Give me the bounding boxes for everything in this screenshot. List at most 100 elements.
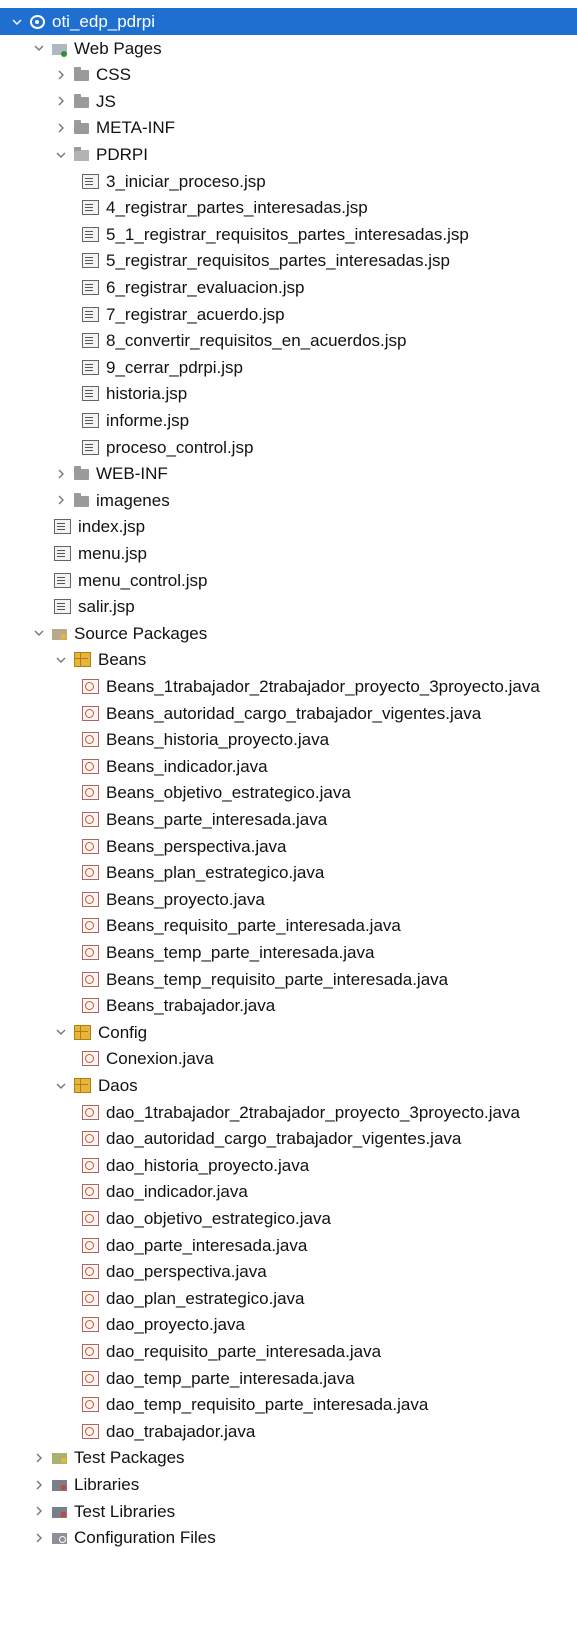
tree-node-folder[interactable]: META-INF xyxy=(0,114,577,141)
tree-node-label: Beans_parte_interesada.java xyxy=(106,810,328,829)
chevron-down-icon[interactable] xyxy=(54,1079,68,1093)
jsp-file-icon xyxy=(82,413,99,428)
jsp-file-icon xyxy=(54,546,71,561)
tree-node-project[interactable]: oti_edp_pdrpi xyxy=(0,8,577,35)
tree-node-package-config[interactable]: Config xyxy=(0,1019,577,1046)
tree-node-label: proceso_control.jsp xyxy=(106,437,254,457)
folder-icon xyxy=(74,120,89,135)
tree-node-java-file[interactable]: Beans_1trabajador_2trabajador_proyecto_3… xyxy=(0,673,577,700)
chevron-down-icon[interactable] xyxy=(54,148,68,162)
web-pages-folder-icon xyxy=(52,43,67,57)
tree-node-java-file[interactable]: Beans_parte_interesada.java xyxy=(0,806,577,833)
tree-node-java-file[interactable]: dao_indicador.java xyxy=(0,1178,577,1205)
chevron-right-icon[interactable] xyxy=(54,121,68,135)
tree-node-java-file[interactable]: Beans_proyecto.java xyxy=(0,886,577,913)
tree-node-file[interactable]: historia.jsp xyxy=(0,380,577,407)
tree-node-label: Config xyxy=(98,1022,148,1042)
tree-node-file[interactable]: menu_control.jsp xyxy=(0,567,577,594)
tree-node-folder[interactable]: WEB-INF xyxy=(0,460,577,487)
tree-node-java-file[interactable]: Beans_objetivo_estrategico.java xyxy=(0,779,577,806)
tree-node-java-file[interactable]: Beans_perspectiva.java xyxy=(0,833,577,860)
tree-node-java-file[interactable]: dao_temp_requisito_parte_interesada.java xyxy=(0,1391,577,1418)
tree-node-file[interactable]: 5_registrar_requisitos_partes_interesada… xyxy=(0,247,577,274)
java-main-file-icon xyxy=(82,1051,99,1067)
chevron-down-icon[interactable] xyxy=(32,41,46,55)
java-file-icon xyxy=(82,1237,99,1253)
tree-node-java-file[interactable]: dao_temp_parte_interesada.java xyxy=(0,1365,577,1392)
tree-node-java-file[interactable]: dao_parte_interesada.java xyxy=(0,1232,577,1259)
chevron-down-icon[interactable] xyxy=(32,626,46,640)
tree-node-file[interactable]: 3_iniciar_proceso.jsp xyxy=(0,168,577,195)
tree-node-folder[interactable]: CSS xyxy=(0,61,577,88)
tree-node-java-file[interactable]: Beans_requisito_parte_interesada.java xyxy=(0,912,577,939)
java-file-icon xyxy=(82,1157,99,1173)
chevron-right-icon[interactable] xyxy=(32,1531,46,1545)
tree-node-java-file[interactable]: dao_historia_proyecto.java xyxy=(0,1152,577,1179)
tree-node-file[interactable]: 8_convertir_requisitos_en_acuerdos.jsp xyxy=(0,327,577,354)
chevron-right-icon[interactable] xyxy=(54,467,68,481)
tree-node-test-packages[interactable]: Test Packages xyxy=(0,1444,577,1471)
chevron-right-icon[interactable] xyxy=(32,1451,46,1465)
tree-node-folder[interactable]: JS xyxy=(0,88,577,115)
chevron-right-icon[interactable] xyxy=(54,493,68,507)
tree-node-java-file[interactable]: Beans_indicador.java xyxy=(0,753,577,780)
tree-node-java-file[interactable]: dao_proyecto.java xyxy=(0,1311,577,1338)
chevron-down-icon[interactable] xyxy=(54,653,68,667)
tree-node-java-file[interactable]: Conexion.java xyxy=(0,1045,577,1072)
tree-node-file[interactable]: index.jsp xyxy=(0,513,577,540)
tree-node-file[interactable]: menu.jsp xyxy=(0,540,577,567)
tree-node-package-beans[interactable]: Beans xyxy=(0,646,577,673)
tree-node-configuration-files[interactable]: Configuration Files xyxy=(0,1524,577,1551)
tree-node-label: Web Pages xyxy=(74,38,162,58)
tree-node-java-file[interactable]: dao_plan_estrategico.java xyxy=(0,1285,577,1312)
tree-node-label: Libraries xyxy=(74,1475,140,1494)
tree-node-folder-pdrpi[interactable]: PDRPI xyxy=(0,141,577,168)
tree-node-libraries[interactable]: Libraries xyxy=(0,1471,577,1498)
java-file-icon xyxy=(82,1423,99,1439)
tree-node-package-daos[interactable]: Daos xyxy=(0,1072,577,1099)
tree-node-java-file[interactable]: dao_requisito_parte_interesada.java xyxy=(0,1338,577,1365)
chevron-right-icon[interactable] xyxy=(32,1504,46,1518)
chevron-right-icon[interactable] xyxy=(32,1478,46,1492)
tree-node-file[interactable]: 5_1_registrar_requisitos_partes_interesa… xyxy=(0,221,577,248)
tree-node-java-file[interactable]: dao_trabajador.java xyxy=(0,1418,577,1445)
jsp-file-icon xyxy=(54,572,71,588)
tree-node-file[interactable]: 6_registrar_evaluacion.jsp xyxy=(0,274,577,301)
tree-node-web-pages[interactable]: Web Pages xyxy=(0,35,577,62)
tree-node-file[interactable]: salir.jsp xyxy=(0,593,577,620)
tree-node-java-file[interactable]: Beans_historia_proyecto.java xyxy=(0,726,577,753)
folder-icon xyxy=(74,466,89,481)
tree-node-java-file[interactable]: dao_1trabajador_2trabajador_proyecto_3pr… xyxy=(0,1099,577,1126)
tree-node-java-file[interactable]: Beans_temp_parte_interesada.java xyxy=(0,939,577,966)
tree-node-file[interactable]: 9_cerrar_pdrpi.jsp xyxy=(0,354,577,381)
tree-node-java-file[interactable]: dao_objetivo_estrategico.java xyxy=(0,1205,577,1232)
tree-node-file[interactable]: 7_registrar_acuerdo.jsp xyxy=(0,301,577,328)
tree-node-source-packages[interactable]: Source Packages xyxy=(0,620,577,647)
java-file-icon xyxy=(82,812,99,827)
tree-node-file[interactable]: proceso_control.jsp xyxy=(0,434,577,461)
tree-node-java-file[interactable]: Beans_temp_requisito_parte_interesada.ja… xyxy=(0,966,577,993)
libraries-icon xyxy=(52,1480,67,1491)
tree-node-label: menu.jsp xyxy=(78,544,147,563)
chevron-down-icon[interactable] xyxy=(54,1025,68,1039)
tree-node-java-file[interactable]: dao_autoridad_cargo_trabajador_vigentes.… xyxy=(0,1125,577,1152)
tree-node-java-file[interactable]: Beans_plan_estrategico.java xyxy=(0,859,577,886)
java-file-icon xyxy=(82,838,99,854)
tree-node-label: Configuration Files xyxy=(74,1528,216,1548)
chevron-right-icon[interactable] xyxy=(54,68,68,82)
java-file-icon xyxy=(82,945,99,960)
java-file-icon xyxy=(82,679,99,694)
java-file-icon xyxy=(82,998,99,1014)
tree-node-java-file[interactable]: Beans_autoridad_cargo_trabajador_vigente… xyxy=(0,700,577,727)
tree-node-label: menu_control.jsp xyxy=(78,570,208,590)
tree-node-java-file[interactable]: dao_perspectiva.java xyxy=(0,1258,577,1285)
tree-node-label: CSS xyxy=(96,65,131,85)
tree-node-test-libraries[interactable]: Test Libraries xyxy=(0,1498,577,1525)
tree-node-file[interactable]: 4_registrar_partes_interesadas.jsp xyxy=(0,194,577,221)
tree-node-java-file[interactable]: Beans_trabajador.java xyxy=(0,992,577,1019)
tree-node-file[interactable]: informe.jsp xyxy=(0,407,577,434)
folder-icon xyxy=(74,67,89,82)
chevron-right-icon[interactable] xyxy=(54,94,68,108)
tree-node-folder[interactable]: imagenes xyxy=(0,487,577,514)
chevron-down-icon[interactable] xyxy=(10,15,24,29)
